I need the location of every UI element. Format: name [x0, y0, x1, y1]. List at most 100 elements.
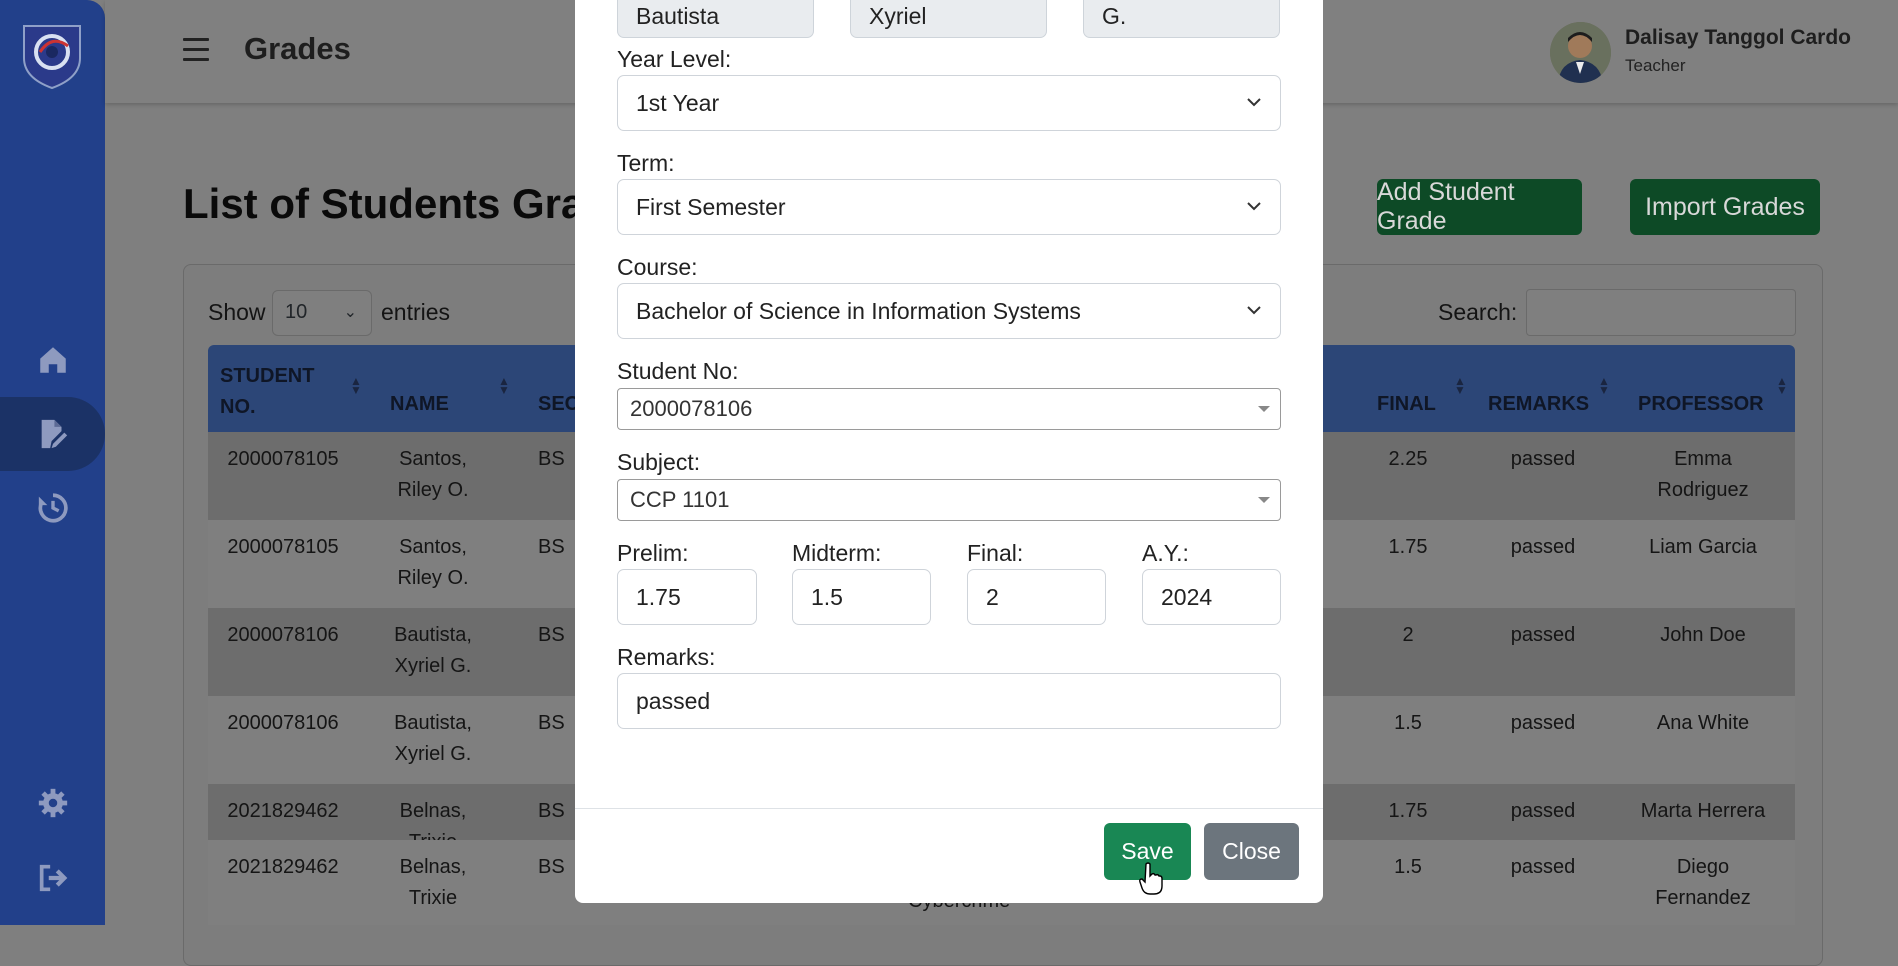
close-button[interactable]: Close [1204, 823, 1299, 880]
cell-final: 1.5 [1394, 712, 1422, 734]
last-name-field[interactable]: Bautista [617, 0, 814, 38]
col-student-no[interactable]: STUDENT NO. [220, 361, 330, 423]
cell-student-no: 2021829462 [227, 800, 339, 822]
year-level-label: Year Level: [617, 46, 732, 72]
history-icon [38, 493, 68, 523]
sort-icon: ▲ ▼ [1454, 374, 1466, 397]
cell-final: 1.75 [1388, 536, 1428, 558]
col-section[interactable]: SEC [538, 393, 579, 416]
hand-cursor-icon [1139, 862, 1163, 895]
gear-icon [38, 788, 67, 818]
last-name-value: Bautista [636, 2, 720, 29]
modal-footer-divider [575, 808, 1323, 809]
col-name[interactable]: NAME [390, 393, 449, 416]
subject-label: Subject: [617, 449, 701, 475]
cell-section: BS [538, 448, 565, 470]
student-no-value: 2000078106 [630, 396, 753, 421]
prelim-value: 1.75 [636, 583, 681, 610]
remarks-input[interactable]: passed [617, 673, 1281, 729]
cell-professor: Liam Garcia [1649, 536, 1757, 558]
dropdown-arrow-icon [1258, 406, 1270, 412]
nav-home[interactable] [0, 323, 105, 397]
year-level-value: 1st Year [636, 89, 720, 116]
middle-initial-field[interactable]: G. [1083, 0, 1280, 38]
subject-select[interactable]: CCP 1101 [617, 479, 1281, 521]
cell-remarks: passed [1510, 856, 1576, 878]
cell-final: 2.25 [1388, 448, 1428, 470]
year-level-select[interactable]: 1st Year [617, 75, 1281, 131]
cell-name: Santos, Riley O. [397, 448, 469, 501]
search-label: Search: [1438, 299, 1518, 325]
chevron-down-icon: ⌄ [343, 304, 357, 321]
remarks-label: Remarks: [617, 644, 716, 670]
col-final[interactable]: FINAL [1377, 393, 1436, 416]
midterm-value: 1.5 [811, 583, 843, 610]
user-name: Dalisay Tanggol Cardo [1625, 26, 1851, 49]
user-role: Teacher [1625, 56, 1686, 75]
cell-final: 1.75 [1388, 800, 1428, 822]
cell-professor: Emma Rodriguez [1657, 448, 1749, 501]
term-select[interactable]: First Semester [617, 179, 1281, 235]
remarks-value: passed [636, 687, 711, 714]
middle-initial-value: G. [1102, 2, 1127, 29]
cell-section: BS [538, 536, 565, 558]
first-name-field[interactable]: Xyriel [850, 0, 1047, 38]
course-select[interactable]: Bachelor of Science in Information Syste… [617, 283, 1281, 339]
midterm-label: Midterm: [792, 540, 882, 566]
cell-remarks: passed [1510, 712, 1576, 734]
cell-student-no: 2000078106 [227, 624, 339, 646]
logout-icon [39, 864, 67, 892]
dropdown-arrow-icon [1258, 497, 1270, 503]
nav-logout[interactable] [0, 841, 105, 915]
entries-label: entries [381, 299, 451, 325]
avatar[interactable] [1550, 22, 1611, 83]
edit-grades-icon [41, 419, 67, 449]
term-value: First Semester [636, 193, 786, 220]
page-title: Grades [244, 31, 351, 66]
final-input[interactable]: 2 [967, 569, 1106, 625]
cell-remarks: passed [1510, 800, 1576, 822]
ay-input[interactable]: 2024 [1142, 569, 1281, 625]
list-title: List of Students Grad [183, 180, 611, 227]
ay-value: 2024 [1161, 583, 1213, 610]
course-value: Bachelor of Science in Information Syste… [636, 297, 1081, 324]
term-label: Term: [617, 150, 675, 176]
student-no-select[interactable]: 2000078106 [617, 388, 1281, 430]
cell-remarks: passed [1510, 536, 1576, 558]
add-student-grade-button[interactable]: Add Student Grade [1377, 178, 1582, 235]
col-remarks[interactable]: REMARKS [1488, 393, 1589, 416]
final-label: Final: [967, 540, 1024, 566]
sort-icon: ▲ ▼ [1598, 374, 1610, 397]
nav-grades[interactable] [0, 397, 105, 471]
school-logo-icon [18, 22, 86, 90]
cell-student-no: 2000078106 [227, 712, 339, 734]
cell-professor: Ana White [1656, 712, 1750, 734]
sort-icon: ▲ ▼ [350, 374, 362, 397]
entries-select-value: 10 [285, 301, 308, 323]
cell-name: Santos, Riley O. [397, 536, 469, 589]
entries-select[interactable]: 10 ⌄ [272, 290, 372, 336]
cell-final: 2 [1402, 624, 1414, 646]
midterm-input[interactable]: 1.5 [792, 569, 931, 625]
final-value: 2 [986, 583, 999, 610]
hamburger-menu-icon[interactable] [183, 38, 209, 62]
import-grades-button[interactable]: Import Grades [1630, 179, 1820, 235]
cell-student-no: 2000078105 [227, 448, 339, 470]
course-label: Course: [617, 254, 698, 280]
cell-name: Belnas, Trixie [399, 856, 467, 909]
chevron-down-icon [1247, 306, 1261, 315]
prelim-input[interactable]: 1.75 [617, 569, 757, 625]
cell-remarks: passed [1510, 448, 1576, 470]
subject-value: CCP 1101 [630, 487, 730, 512]
search-input[interactable] [1526, 289, 1796, 336]
cell-section: BS [538, 856, 565, 878]
sort-icon: ▲ ▼ [498, 374, 510, 397]
nav-history[interactable] [0, 471, 105, 545]
cell-name: Bautista, Xyriel G. [394, 624, 472, 677]
col-professor[interactable]: PROFESSOR [1638, 393, 1764, 416]
cell-name: Bautista, Xyriel G. [394, 712, 472, 765]
nav-settings[interactable] [0, 766, 105, 840]
sidebar [0, 0, 105, 925]
cell-professor: Marta Herrera [1640, 800, 1766, 822]
cell-section: BS [538, 712, 565, 734]
